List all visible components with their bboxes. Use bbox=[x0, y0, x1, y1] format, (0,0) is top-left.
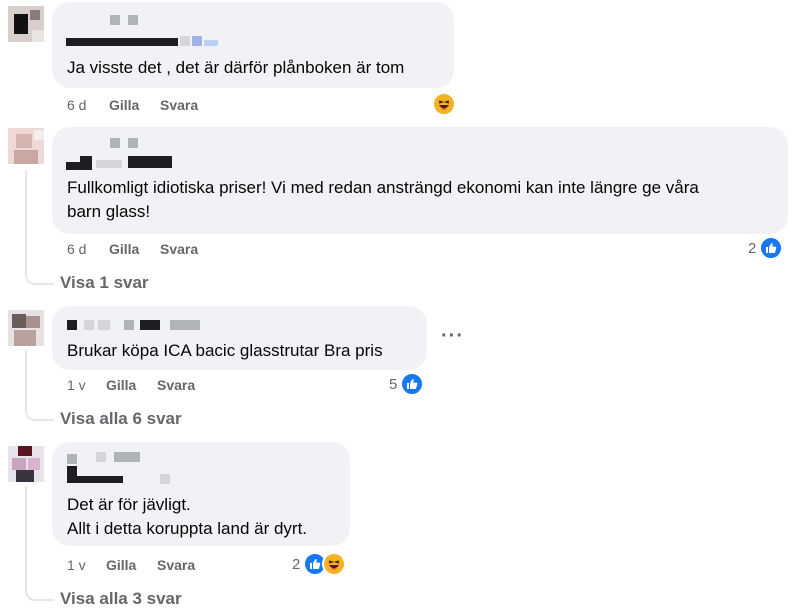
reply-button[interactable]: Svara bbox=[160, 241, 198, 257]
comment-text: Brukar köpa ICA bacic glasstrutar Bra pr… bbox=[67, 341, 383, 360]
comment-timestamp[interactable]: 6 d bbox=[67, 241, 86, 257]
more-options-button[interactable]: ··· bbox=[441, 325, 464, 348]
view-replies-link[interactable]: Visa alla 3 svar bbox=[60, 589, 182, 609]
reaction-count: 5 bbox=[389, 375, 398, 393]
comment-text: Ja visste det , det är därför plånboken … bbox=[67, 58, 405, 77]
reply-thread-line bbox=[25, 170, 54, 285]
avatar[interactable] bbox=[8, 6, 44, 42]
reply-thread-line bbox=[25, 486, 54, 601]
like-button[interactable]: Gilla bbox=[106, 377, 136, 393]
reply-thread-line bbox=[25, 350, 54, 421]
avatar[interactable] bbox=[8, 446, 44, 482]
comment-text: Allt i detta koruppta land är dyrt. bbox=[67, 519, 308, 538]
reaction-count: 2 bbox=[292, 555, 301, 573]
avatar[interactable] bbox=[8, 128, 44, 164]
reaction-summary[interactable]: 2 bbox=[292, 552, 347, 576]
haha-icon bbox=[322, 552, 347, 576]
like-button[interactable]: Gilla bbox=[106, 557, 136, 573]
view-replies-link[interactable]: Visa 1 svar bbox=[60, 273, 149, 293]
like-button[interactable]: Gilla bbox=[109, 241, 139, 257]
haha-icon bbox=[432, 92, 456, 116]
reaction-summary[interactable]: 2 bbox=[748, 236, 784, 260]
view-replies-link[interactable]: Visa alla 6 svar bbox=[60, 409, 182, 429]
comment-text: Det är för jävligt. bbox=[67, 495, 191, 514]
like-icon bbox=[759, 236, 784, 260]
avatar[interactable] bbox=[8, 310, 44, 346]
reaction-summary[interactable]: 5 bbox=[389, 372, 425, 396]
comment-text: Fullkomligt idiotiska priser! Vi med red… bbox=[67, 178, 699, 197]
reply-button[interactable]: Svara bbox=[157, 557, 195, 573]
like-button[interactable]: Gilla bbox=[109, 97, 139, 113]
comment-timestamp[interactable]: 1 v bbox=[67, 557, 86, 573]
reply-button[interactable]: Svara bbox=[157, 377, 195, 393]
like-icon bbox=[400, 372, 425, 396]
reply-button[interactable]: Svara bbox=[160, 97, 198, 113]
comment-text: barn glass! bbox=[67, 202, 151, 221]
comment-timestamp[interactable]: 6 d bbox=[67, 97, 86, 113]
reaction-summary[interactable] bbox=[429, 92, 456, 116]
comment-timestamp[interactable]: 1 v bbox=[67, 377, 86, 393]
reaction-count: 2 bbox=[748, 239, 757, 257]
